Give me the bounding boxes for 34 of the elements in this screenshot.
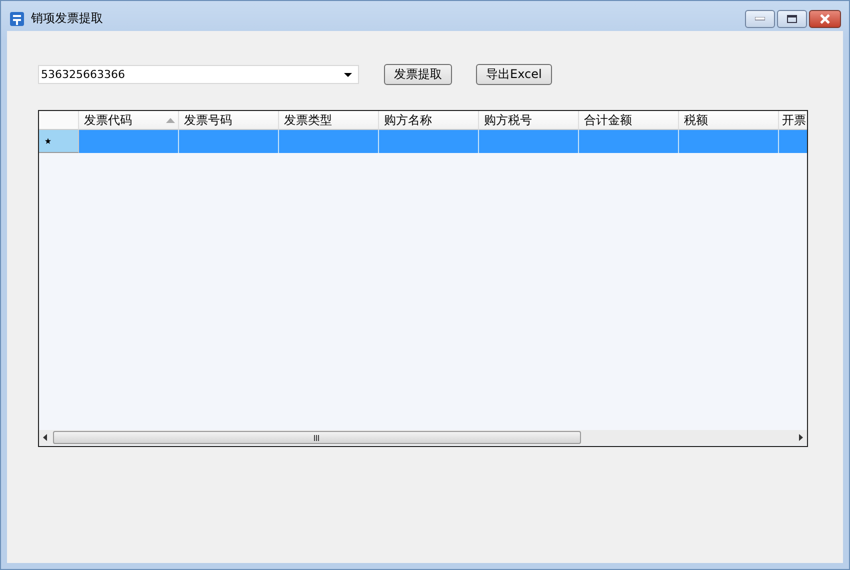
action-button[interactable]: 发票提取 <box>384 64 452 85</box>
grip-icon <box>314 434 320 440</box>
table-cell[interactable] <box>179 130 279 153</box>
app-icon <box>9 10 25 26</box>
table-cell[interactable] <box>79 130 179 153</box>
row-header[interactable] <box>39 130 79 153</box>
scroll-left-icon[interactable] <box>43 434 47 441</box>
table-cell[interactable] <box>779 130 807 153</box>
column-header[interactable]: 税额 <box>679 111 779 130</box>
maximize-icon <box>787 15 797 23</box>
scroll-right-icon[interactable] <box>799 434 803 441</box>
table-cell[interactable] <box>379 130 479 153</box>
table-cell[interactable] <box>679 130 779 153</box>
sort-ascending-icon <box>166 118 175 123</box>
window-title: 销项发票提取 <box>31 10 103 27</box>
column-header[interactable]: 发票号码 <box>179 111 279 130</box>
action-button[interactable]: 导出Excel <box>476 64 552 85</box>
column-header[interactable]: 发票类型 <box>279 111 379 130</box>
table-cell[interactable] <box>279 130 379 153</box>
column-header[interactable]: 合计金额 <box>579 111 679 130</box>
column-header[interactable]: 开票 <box>779 111 807 130</box>
minimize-button[interactable] <box>745 10 775 28</box>
new-row-icon <box>45 138 51 144</box>
column-header[interactable]: 购方税号 <box>479 111 579 130</box>
column-header[interactable]: 发票代码 <box>79 111 179 130</box>
minimize-icon <box>755 17 765 21</box>
dropdown-arrow-icon <box>344 72 352 76</box>
maximize-button[interactable] <box>777 10 807 28</box>
tax-number-combo[interactable]: 536325663366 <box>38 65 359 84</box>
close-icon <box>819 14 831 24</box>
column-header[interactable]: 购方名称 <box>379 111 479 130</box>
table-cell[interactable] <box>479 130 579 153</box>
close-button[interactable] <box>809 10 841 28</box>
table-cell[interactable] <box>579 130 679 153</box>
